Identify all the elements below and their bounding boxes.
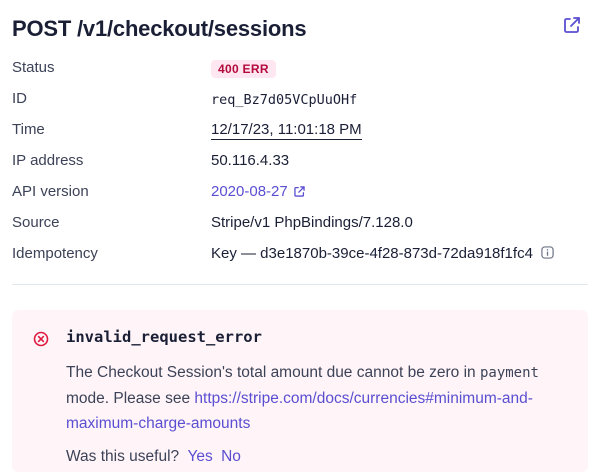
external-link-icon[interactable] <box>562 15 582 35</box>
ip-address: 50.116.4.33 <box>211 152 290 169</box>
section-divider <box>12 284 588 285</box>
api-version-link[interactable]: 2020-08-27 <box>211 183 306 200</box>
source-row: Source Stripe/v1 PhpBindings/7.128.0 <box>12 211 588 242</box>
page-title: POST /v1/checkout/sessions <box>12 16 307 41</box>
status-row: Status 400 ERR <box>12 56 588 87</box>
time-label: Time <box>12 121 45 138</box>
ip-label: IP address <box>12 152 84 169</box>
api-version-row: API version 2020-08-27 <box>12 180 588 211</box>
idempotency-label: Idempotency <box>12 245 98 262</box>
id-row: ID req_Bz7d05VCpUuOHf <box>12 87 588 118</box>
error-code: invalid_request_error <box>66 328 262 346</box>
idempotency-key: Key — d3e1870b-39ce-4f28-873d-72da918f1f… <box>211 245 533 262</box>
payment-mode-code: payment <box>479 365 539 381</box>
status-badge: 400 ERR <box>211 60 276 78</box>
id-label: ID <box>12 90 27 107</box>
feedback-no-button[interactable]: No <box>221 448 241 465</box>
idempotency-row: Idempotency Key — d3e1870b-39ce-4f28-873… <box>12 242 588 273</box>
feedback-row: Was this useful? Yes No <box>66 448 241 466</box>
api-version-value[interactable]: 2020-08-27 <box>211 183 288 200</box>
request-details: Status 400 ERR ID req_Bz7d05VCpUuOHf Tim… <box>12 56 588 273</box>
feedback-prompt: Was this useful? <box>66 448 180 465</box>
feedback-yes-button[interactable]: Yes <box>187 448 212 465</box>
time-link[interactable]: 12/17/23, 11:01:18 PM <box>211 121 362 140</box>
time-row: Time 12/17/23, 11:01:18 PM <box>12 118 588 149</box>
status-label: Status <box>12 59 55 76</box>
source-label: Source <box>12 214 60 231</box>
error-circle-icon <box>33 331 49 347</box>
api-version-label: API version <box>12 183 89 200</box>
info-icon[interactable] <box>541 246 554 259</box>
page-header: POST /v1/checkout/sessions <box>12 14 588 46</box>
error-panel: invalid_request_error The Checkout Sessi… <box>12 310 588 472</box>
ip-row: IP address 50.116.4.33 <box>12 149 588 180</box>
source-value: Stripe/v1 PhpBindings/7.128.0 <box>211 214 413 231</box>
external-link-icon[interactable] <box>293 185 306 198</box>
request-id: req_Bz7d05VCpUuOHf <box>211 92 358 108</box>
error-message: The Checkout Session's total amount due … <box>66 364 539 432</box>
